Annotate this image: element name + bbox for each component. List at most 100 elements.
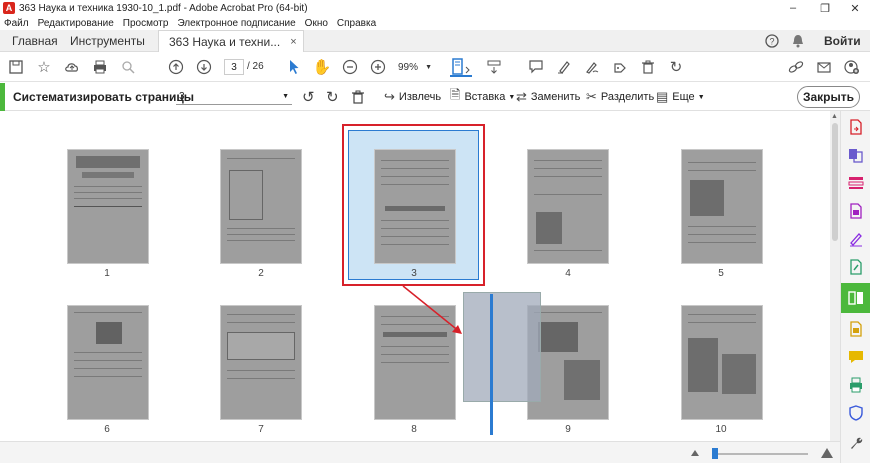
vertical-scrollbar[interactable]: ▲ (830, 111, 840, 441)
replace-button[interactable]: ⇄ Заменить (516, 88, 580, 106)
rotate-right-icon[interactable]: ↻ (326, 88, 339, 106)
scroll-up-icon[interactable]: ▲ (831, 113, 838, 120)
comment-tool-icon[interactable] (846, 347, 866, 367)
page-thumbnail-1[interactable] (67, 149, 149, 264)
restore-button[interactable]: ❐ (810, 0, 840, 16)
page-thumbnail-10[interactable] (681, 305, 763, 420)
page-range-select[interactable]: 3 ▼ (176, 89, 292, 105)
export-pdf-icon[interactable] (846, 117, 866, 137)
thumbnail-size-slider[interactable] (712, 448, 808, 459)
chevron-down-icon: ▼ (697, 93, 705, 101)
add-user-icon[interactable] (842, 57, 862, 77)
tab-document[interactable]: 363 Наука и техни... × (158, 30, 304, 52)
page-label-7: 7 (258, 424, 264, 435)
tab-tools[interactable]: Инструменты (70, 30, 145, 52)
insert-icon: 🗎 (450, 87, 461, 102)
next-page-icon[interactable] (194, 57, 214, 77)
tool-accent-marker (0, 83, 5, 111)
combine-files-icon[interactable] (846, 145, 866, 165)
bookmark-star-icon[interactable]: ☆ (34, 57, 54, 77)
svg-text:?: ? (769, 37, 774, 47)
select-cursor-icon[interactable] (284, 57, 304, 77)
signin-button[interactable]: Войти (824, 30, 861, 52)
hand-tool-icon[interactable]: ✋ (312, 57, 332, 77)
close-window-button[interactable]: ✕ (840, 0, 870, 16)
edit-pdf-icon[interactable] (846, 257, 866, 277)
more-tools-wrench-icon[interactable] (846, 433, 866, 453)
page-total-label: / 26 (247, 61, 264, 72)
scroll-mode-icon[interactable] (484, 57, 504, 77)
print-production-icon[interactable] (846, 375, 866, 395)
menu-file[interactable]: Файл (4, 18, 29, 29)
slider-knob[interactable] (712, 448, 718, 459)
more-button[interactable]: ▤ Еще ▼ (656, 88, 705, 106)
organize-pages-icon[interactable] (841, 283, 870, 313)
create-pdf-icon[interactable] (846, 201, 866, 221)
organize-title: Систематизировать страницы (13, 90, 195, 104)
chevron-down-icon: ▼ (425, 63, 432, 71)
menu-esign[interactable]: Электронное подписание (177, 18, 295, 29)
delete-trash-icon[interactable] (638, 57, 658, 77)
zoom-out-icon[interactable] (340, 57, 360, 77)
small-thumbnail-icon[interactable] (690, 447, 700, 460)
extract-button[interactable]: ↪ Извлечь (384, 88, 441, 106)
search-icon[interactable] (118, 57, 138, 77)
page-thumbnail-6[interactable] (67, 305, 149, 420)
stamp-icon[interactable] (610, 57, 630, 77)
page-number-input[interactable]: 3 (224, 59, 244, 75)
menu-bar: Файл Редактирование Просмотр Электронное… (0, 16, 870, 30)
extract-icon: ↪ (384, 89, 395, 104)
help-icon[interactable]: ? (762, 31, 782, 51)
drag-arrow-annotation (402, 285, 462, 334)
page-label-5: 5 (718, 268, 724, 279)
email-icon[interactable] (814, 57, 834, 77)
page-thumbnail-4[interactable] (527, 149, 609, 264)
organize-layout-icon[interactable] (846, 173, 866, 193)
protect-shield-icon[interactable] (846, 403, 866, 423)
link-share-icon[interactable] (786, 57, 806, 77)
delete-page-icon[interactable] (352, 88, 364, 106)
menu-view[interactable]: Просмотр (123, 18, 169, 29)
minimize-button[interactable]: – (778, 0, 808, 16)
more-list-icon: ▤ (656, 89, 669, 104)
page-fit-icon[interactable] (448, 57, 474, 77)
scan-ocr-icon[interactable] (846, 319, 866, 339)
dragged-page-ghost (463, 292, 541, 402)
tab-home[interactable]: Главная (12, 30, 58, 52)
tab-document-label: 363 Наука и техни... (169, 34, 281, 49)
scrollbar-thumb[interactable] (832, 123, 838, 241)
save-icon[interactable] (6, 57, 26, 77)
page-thumbnail-5[interactable] (681, 149, 763, 264)
zoom-in-icon[interactable] (368, 57, 388, 77)
upload-cloud-icon[interactable] (62, 57, 82, 77)
zoom-level-select[interactable]: 99% ▼ (394, 59, 436, 75)
insert-button[interactable]: 🗎 Вставка ▼ (450, 87, 515, 106)
page-thumbnail-7[interactable] (220, 305, 302, 420)
extract-label: Извлечь (398, 91, 442, 103)
split-button[interactable]: ✂ Разделить (586, 88, 654, 106)
prev-page-icon[interactable] (166, 57, 186, 77)
large-thumbnail-icon[interactable] (820, 445, 834, 462)
rotate-left-icon[interactable]: ↺ (302, 88, 315, 106)
acrobat-icon: A (3, 2, 15, 14)
page-thumbnail-3[interactable] (374, 149, 456, 264)
status-bar (0, 441, 840, 463)
scissors-icon: ✂ (586, 89, 597, 104)
menu-window[interactable]: Окно (305, 18, 328, 29)
rotate-icon[interactable]: ↻ (666, 57, 686, 77)
draw-sign-icon[interactable] (582, 57, 602, 77)
page-label-6: 6 (104, 424, 110, 435)
tab-close-icon[interactable]: × (290, 36, 296, 48)
insertion-marker (490, 294, 493, 435)
print-icon[interactable] (90, 57, 110, 77)
menu-help[interactable]: Справка (337, 18, 376, 29)
highlight-pen-icon[interactable] (554, 57, 574, 77)
comment-icon[interactable] (526, 57, 546, 77)
page-label-2: 2 (258, 268, 264, 279)
insert-label: Вставка (464, 91, 506, 103)
menu-edit[interactable]: Редактирование (38, 18, 114, 29)
fill-sign-icon[interactable] (846, 229, 866, 249)
close-tool-button[interactable]: Закрыть (797, 86, 860, 108)
page-thumbnail-2[interactable] (220, 149, 302, 264)
notification-bell-icon[interactable] (788, 31, 808, 51)
